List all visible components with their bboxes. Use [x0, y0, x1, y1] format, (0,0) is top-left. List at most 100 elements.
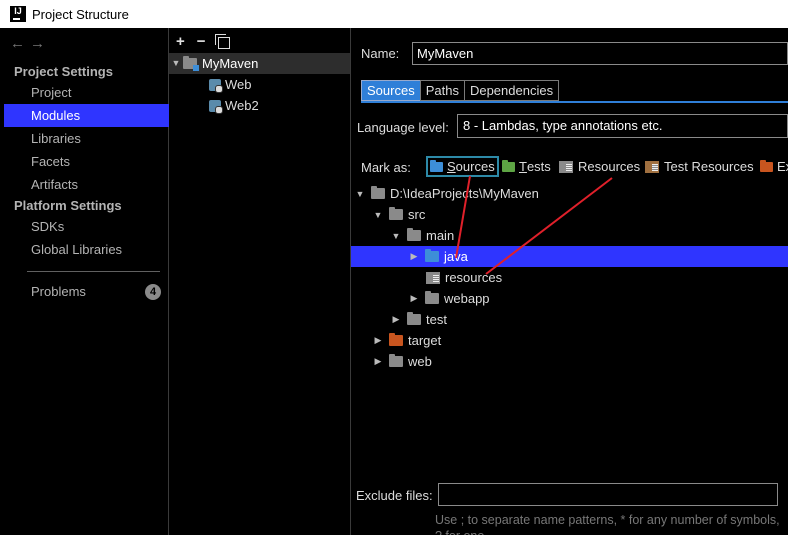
- source-folder-icon: [425, 249, 439, 262]
- mark-sources-button[interactable]: Sources: [426, 156, 499, 177]
- tab-sources[interactable]: Sources: [361, 80, 421, 101]
- mark-tests-button[interactable]: Tests: [502, 156, 551, 177]
- mark-resources-label: Resources: [578, 159, 641, 174]
- folder-icon: [407, 228, 421, 241]
- sidebar-item-artifacts[interactable]: Artifacts: [4, 173, 169, 196]
- sidebar-item-global-libraries[interactable]: Global Libraries: [4, 238, 169, 261]
- module-mymaven[interactable]: ▼ MyMaven: [169, 53, 350, 74]
- window-title: Project Structure: [32, 6, 129, 22]
- excluded-folder-icon: [760, 159, 773, 172]
- language-level-label: Language level:: [357, 120, 449, 135]
- mark-resources-button[interactable]: Resources: [559, 156, 640, 177]
- tab-paths[interactable]: Paths: [419, 80, 465, 101]
- excluded-folder-icon: [389, 333, 403, 346]
- resources-folder-icon: [426, 271, 440, 284]
- web-facet-icon: [209, 99, 223, 114]
- test-resources-folder-icon: [645, 160, 659, 173]
- mark-tests-mnemonic: T: [519, 159, 527, 174]
- mark-sources-mnemonic: S: [447, 159, 456, 174]
- platform-settings-header: Platform Settings: [14, 198, 122, 213]
- facet-label: Web: [225, 77, 252, 92]
- sidebar-item-modules[interactable]: Modules: [4, 104, 169, 127]
- tree-node-root[interactable]: ▼ D:\IdeaProjects\MyMaven: [351, 183, 788, 204]
- sidebar-item-sdks[interactable]: SDKs: [4, 215, 169, 238]
- add-icon[interactable]: +: [176, 33, 185, 50]
- sidebar-item-libraries[interactable]: Libraries: [4, 127, 169, 150]
- forward-arrow-icon[interactable]: →: [30, 35, 50, 52]
- problems-count-badge: 4: [145, 284, 161, 300]
- folder-icon: [389, 207, 403, 220]
- expanded-arrow-icon[interactable]: ▼: [389, 231, 403, 241]
- tree-node-label: web: [408, 354, 432, 369]
- tree-node-label: resources: [445, 270, 503, 285]
- tests-folder-icon: [502, 159, 515, 172]
- folder-icon: [389, 354, 403, 367]
- mark-excluded-label: Ex: [777, 159, 788, 174]
- folder-icon: [371, 186, 385, 199]
- mark-test-resources-button[interactable]: Test Resources: [645, 156, 754, 177]
- mark-sources-label: ources: [455, 159, 495, 174]
- tree-node-label: main: [426, 228, 455, 243]
- expanded-arrow-icon[interactable]: ▼: [169, 53, 183, 74]
- tree-node-web[interactable]: ▶ web: [351, 351, 788, 372]
- modules-panel: + − ▼ MyMaven Web Web2: [169, 28, 351, 535]
- tree-node-label: src: [408, 207, 426, 222]
- collapsed-arrow-icon[interactable]: ▶: [407, 293, 421, 304]
- tree-node-src[interactable]: ▼ src: [351, 204, 788, 225]
- title-bar: IJ Project Structure: [0, 0, 788, 28]
- module-details-panel: Name: Sources Paths Dependencies Languag…: [351, 28, 788, 535]
- tree-node-test[interactable]: ▶ test: [351, 309, 788, 330]
- sidebar-item-label: Problems: [31, 284, 86, 299]
- tree-node-label: test: [426, 312, 447, 327]
- tab-underline: [361, 101, 788, 103]
- sidebar-item-project[interactable]: Project: [4, 81, 169, 104]
- folder-icon: [407, 312, 421, 325]
- resources-folder-icon: [559, 160, 573, 173]
- sources-folder-icon: [430, 159, 443, 172]
- tree-node-main[interactable]: ▼ main: [351, 225, 788, 246]
- tree-node-resources[interactable]: resources: [351, 267, 788, 288]
- project-settings-header: Project Settings: [14, 64, 113, 79]
- remove-icon[interactable]: −: [197, 33, 206, 50]
- exclude-files-input[interactable]: [438, 483, 778, 506]
- sidebar-separator: [27, 271, 160, 272]
- mark-test-resources-label: Test Resources: [664, 159, 754, 174]
- module-folder-icon: [183, 56, 199, 71]
- collapsed-arrow-icon[interactable]: ▶: [371, 356, 385, 367]
- tree-node-target[interactable]: ▶ target: [351, 330, 788, 351]
- language-level-select[interactable]: 8 - Lambdas, type annotations etc.: [457, 114, 788, 138]
- collapsed-arrow-icon[interactable]: ▶: [371, 335, 385, 346]
- module-name-input[interactable]: [412, 42, 788, 65]
- sidebar-item-facets[interactable]: Facets: [4, 150, 169, 173]
- copy-icon[interactable]: [214, 34, 230, 49]
- mark-tests-label: ests: [526, 159, 551, 174]
- module-tabs: Sources Paths Dependencies: [361, 80, 560, 101]
- web-facet-icon: [209, 78, 223, 93]
- tree-node-label: webapp: [444, 291, 490, 306]
- expanded-arrow-icon[interactable]: ▼: [353, 189, 367, 199]
- settings-sidebar: ←→ Project Settings Project Modules Libr…: [0, 28, 169, 535]
- name-label: Name:: [361, 46, 400, 61]
- tree-node-label: D:\IdeaProjects\MyMaven: [390, 186, 539, 201]
- tree-node-java[interactable]: ▶ java: [351, 246, 788, 267]
- tree-node-label: target: [408, 333, 442, 348]
- folder-icon: [425, 291, 439, 304]
- facet-label: Web2: [225, 98, 259, 113]
- mark-excluded-button[interactable]: Ex: [760, 156, 788, 177]
- sidebar-item-problems[interactable]: Problems 4: [4, 280, 169, 303]
- nav-arrows: ←→: [10, 35, 50, 52]
- collapsed-arrow-icon[interactable]: ▶: [407, 251, 421, 262]
- intellij-logo-icon: IJ: [10, 6, 26, 22]
- facet-web2[interactable]: Web2: [209, 95, 259, 116]
- module-label: MyMaven: [202, 56, 259, 71]
- tab-dependencies[interactable]: Dependencies: [463, 80, 560, 101]
- exclude-files-label: Exclude files:: [356, 488, 433, 503]
- exclude-files-hint: Use ; to separate name patterns, * for a…: [435, 513, 780, 535]
- tree-node-webapp[interactable]: ▶ webapp: [351, 288, 788, 309]
- tree-node-label: java: [444, 249, 468, 264]
- expanded-arrow-icon[interactable]: ▼: [371, 210, 385, 220]
- mark-as-label: Mark as:: [361, 160, 411, 175]
- facet-web[interactable]: Web: [209, 74, 252, 95]
- back-arrow-icon[interactable]: ←: [10, 35, 30, 52]
- collapsed-arrow-icon[interactable]: ▶: [389, 314, 403, 325]
